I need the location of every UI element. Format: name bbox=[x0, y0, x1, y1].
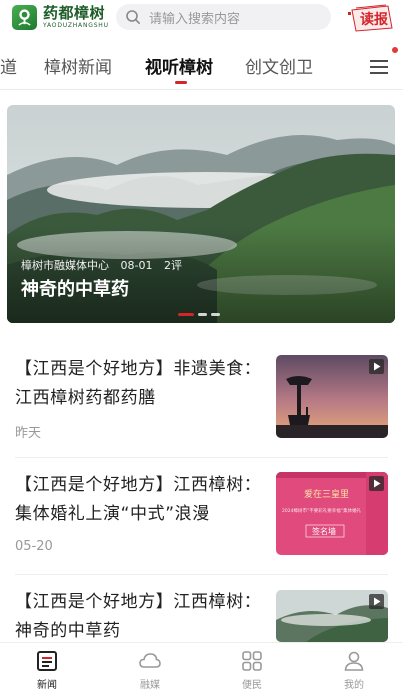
grid-icon bbox=[240, 649, 264, 673]
news-time: 昨天 bbox=[15, 426, 42, 441]
channel-menu-button[interactable] bbox=[368, 58, 390, 76]
news-title: 【江西是个好地方】江西樟树：集体婚礼上演“中式”浪漫 bbox=[15, 475, 262, 524]
nav-news-label: 新闻 bbox=[37, 680, 57, 690]
cloud-icon bbox=[138, 649, 162, 673]
banner-comments: 2评 bbox=[163, 259, 182, 272]
news-thumbnail bbox=[276, 590, 388, 642]
featured-banner[interactable]: 樟树市融媒体中心 08-01 2评 神奇的中草药 bbox=[7, 105, 395, 323]
banner-title: 神奇的中草药 bbox=[21, 279, 129, 300]
news-item[interactable]: 【江西是个好地方】江西樟树：集体婚礼上演“中式”浪漫 05-20 爱在三皇里 2… bbox=[15, 471, 388, 561]
nav-services[interactable]: 便民 bbox=[222, 649, 282, 690]
banner-dot[interactable] bbox=[211, 313, 220, 316]
banner-pagination bbox=[178, 313, 220, 316]
news-title: 【江西是个好地方】江西樟树：神奇的中草药 bbox=[15, 592, 262, 641]
thumb-wall-subline: 2024樟树市“不要彩礼要幸福”集体婚礼 bbox=[282, 507, 362, 514]
banner-dot[interactable] bbox=[178, 313, 194, 316]
logo-subtitle: YAODUZHANGSHU bbox=[43, 22, 109, 29]
news-item[interactable]: 【江西是个好地方】非遗美食：江西樟树药都药膳 昨天 bbox=[15, 355, 388, 445]
video-play-icon bbox=[369, 476, 384, 491]
news-thumbnail bbox=[276, 355, 388, 438]
banner-source: 樟树市融媒体中心 bbox=[21, 259, 109, 272]
thumb-wall-heading: 爱在三皇里 bbox=[304, 488, 349, 500]
thumb-wall-sign: 签名墙 bbox=[312, 526, 336, 536]
nav-me[interactable]: 我的 bbox=[324, 649, 384, 690]
search-placeholder: 请输入搜索内容 bbox=[149, 11, 241, 27]
video-play-icon bbox=[369, 359, 384, 374]
app-header: 药都樟树 YAODUZHANGSHU 请输入搜索内容 读报 bbox=[0, 0, 403, 40]
banner-date: 08-01 bbox=[120, 259, 153, 272]
channel-tabs: 道 樟树新闻 视听樟树 创文创卫 bbox=[0, 44, 403, 90]
menu-icon bbox=[370, 60, 388, 74]
list-divider bbox=[15, 574, 388, 575]
news-title: 【江西是个好地方】非遗美食：江西樟树药都药膳 bbox=[15, 359, 262, 408]
news-thumbnail: 爱在三皇里 2024樟树市“不要彩礼要幸福”集体婚礼 签名墙 bbox=[276, 472, 388, 555]
nav-news[interactable]: 新闻 bbox=[17, 649, 77, 690]
app-logo[interactable]: 药都樟树 YAODUZHANGSHU bbox=[12, 5, 109, 30]
list-divider bbox=[15, 457, 388, 458]
bottom-navigation: 新闻 融媒 便民 我的 bbox=[0, 642, 403, 690]
active-tab-indicator bbox=[175, 81, 187, 84]
logo-name: 药都樟树 bbox=[43, 4, 106, 22]
nav-media-label: 融媒 bbox=[140, 680, 160, 690]
tab-civilization[interactable]: 创文创卫 bbox=[245, 53, 313, 78]
news-time: 05-20 bbox=[15, 539, 53, 554]
nav-media[interactable]: 融媒 bbox=[120, 649, 180, 690]
tab-video-zhangshu[interactable]: 视听樟树 bbox=[145, 53, 213, 78]
video-play-icon bbox=[369, 594, 384, 609]
logo-icon bbox=[12, 5, 37, 30]
read-newspaper-label: 读报 bbox=[360, 12, 388, 28]
tab-dao[interactable]: 道 bbox=[0, 53, 17, 78]
nav-me-label: 我的 bbox=[344, 680, 364, 690]
banner-dot[interactable] bbox=[198, 313, 207, 316]
read-newspaper-button[interactable]: 读报 bbox=[348, 4, 396, 32]
user-icon bbox=[342, 649, 366, 673]
notification-dot bbox=[392, 47, 398, 53]
nav-services-label: 便民 bbox=[242, 680, 262, 690]
news-item[interactable]: 【江西是个好地方】江西樟树：神奇的中草药 bbox=[15, 588, 388, 648]
news-icon bbox=[35, 649, 59, 673]
search-bar[interactable]: 请输入搜索内容 bbox=[116, 4, 331, 30]
search-icon bbox=[125, 9, 141, 25]
banner-meta: 樟树市融媒体中心 08-01 2评 bbox=[21, 257, 190, 273]
tab-zhangshu-news[interactable]: 樟树新闻 bbox=[44, 53, 112, 78]
